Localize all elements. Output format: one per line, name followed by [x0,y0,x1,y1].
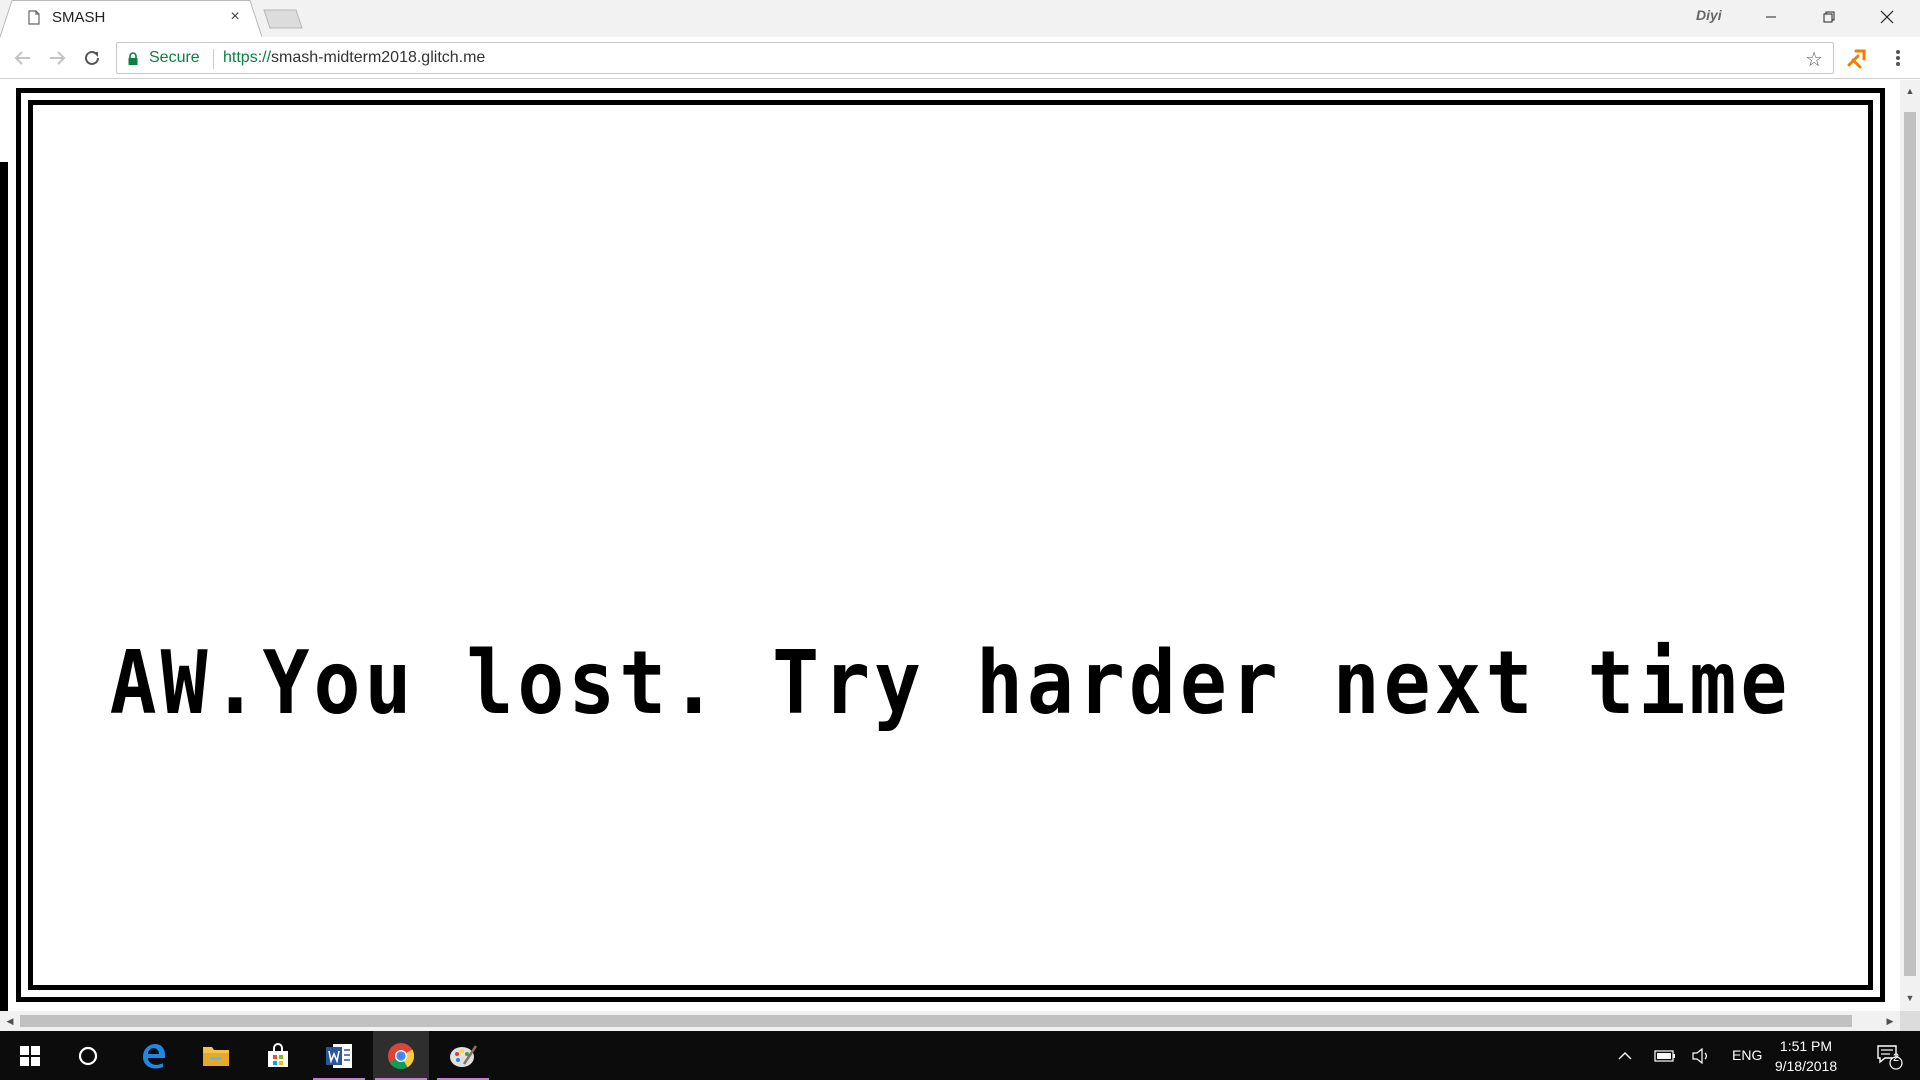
chevron-up-icon [1618,1051,1632,1059]
close-window-button[interactable] [1858,0,1916,34]
forward-button[interactable] [44,45,70,71]
minimize-button[interactable] [1742,0,1800,34]
language-indicator[interactable]: ENG [1732,1047,1762,1063]
tab-title: SMASH [52,9,106,26]
vertical-scroll-thumb[interactable] [1904,112,1916,976]
page-icon [28,10,40,25]
cortana-button[interactable] [60,1031,116,1080]
scrollbar-corner [1900,1011,1920,1031]
edge-icon [143,1043,165,1069]
profile-name[interactable]: Diyi [1696,7,1722,23]
back-button[interactable] [10,45,36,71]
windows-taskbar: ENG 1:51 PM 9/18/2018 2 [0,1031,1920,1080]
browser-toolbar: Secure https://smash-midterm2018.glitch.… [0,37,1920,79]
clock-date: 9/18/2018 [1774,1058,1838,1074]
reload-button[interactable] [79,45,105,71]
scroll-down-icon[interactable]: ▼ [1900,993,1920,1003]
start-button[interactable] [2,1031,58,1080]
clock-time: 1:51 PM [1779,1038,1833,1054]
arrow-right-icon [50,51,66,65]
taskbar-chrome[interactable] [373,1031,429,1080]
kebab-menu-icon[interactable] [1890,46,1906,70]
taskbar-paint[interactable] [435,1031,491,1080]
action-center-button[interactable]: 2 [1864,1031,1914,1080]
lock-icon [128,52,138,65]
url-host: smash-midterm2018.glitch.me [271,49,486,66]
battery-button[interactable] [1650,1031,1680,1080]
battery-icon [1654,1049,1675,1062]
scroll-right-icon[interactable]: ▶ [1880,1016,1900,1027]
taskbar-file-explorer[interactable] [188,1031,244,1080]
secure-label: Secure [149,49,200,66]
paint-icon [450,1044,478,1067]
game-canvas[interactable]: AW.You lost. Try harder next time [28,100,1873,990]
show-hidden-icons-button[interactable] [1610,1031,1640,1080]
notification-count: 2 [1892,1052,1900,1064]
restore-button[interactable] [1800,0,1858,34]
taskbar-store[interactable] [250,1031,306,1080]
new-tab-button[interactable] [262,8,304,30]
scroll-left-icon[interactable]: ◀ [0,1016,20,1027]
address-bar[interactable]: Secure https://smash-midterm2018.glitch.… [116,42,1834,74]
store-icon [268,1042,288,1067]
left-edge-bar [0,162,8,1011]
vertical-scrollbar[interactable]: ▲ ▼ [1900,80,1920,1011]
clock[interactable]: 1:51 PM 9/18/2018 [1760,1036,1852,1076]
taskbar-word[interactable] [311,1031,367,1080]
chrome-icon [388,1042,415,1069]
url-text[interactable]: https://smash-midterm2018.glitch.me [223,49,485,67]
windows-logo-icon [20,1045,40,1066]
cortana-icon [78,1046,98,1065]
restore-icon [1823,11,1835,23]
volume-button[interactable] [1686,1031,1716,1080]
extension-icon[interactable] [1846,47,1868,69]
file-explorer-icon [203,1046,229,1066]
horizontal-scroll-thumb[interactable] [20,1015,1852,1027]
minimize-icon [1766,16,1776,18]
arrow-left-icon [14,51,30,65]
bookmark-star-icon[interactable]: ☆ [1805,47,1823,72]
url-scheme: https:// [223,49,272,66]
close-icon [1880,10,1894,24]
taskbar-edge[interactable] [126,1031,182,1080]
game-frame-outer: AW.You lost. Try harder next time [16,88,1885,1002]
omnibox-separator [213,49,214,69]
horizontal-scrollbar[interactable]: ◀ ▶ [0,1011,1900,1031]
page-viewport: AW.You lost. Try harder next time [0,80,1900,1011]
reload-icon [85,50,99,65]
speaker-icon [1692,1047,1707,1064]
title-bar: SMASH × Diyi [0,0,1920,37]
scroll-up-icon[interactable]: ▲ [1900,86,1920,96]
game-over-message: AW.You lost. Try harder next time [109,633,1792,735]
tab-close-button[interactable]: × [226,8,244,26]
word-icon [326,1043,352,1068]
